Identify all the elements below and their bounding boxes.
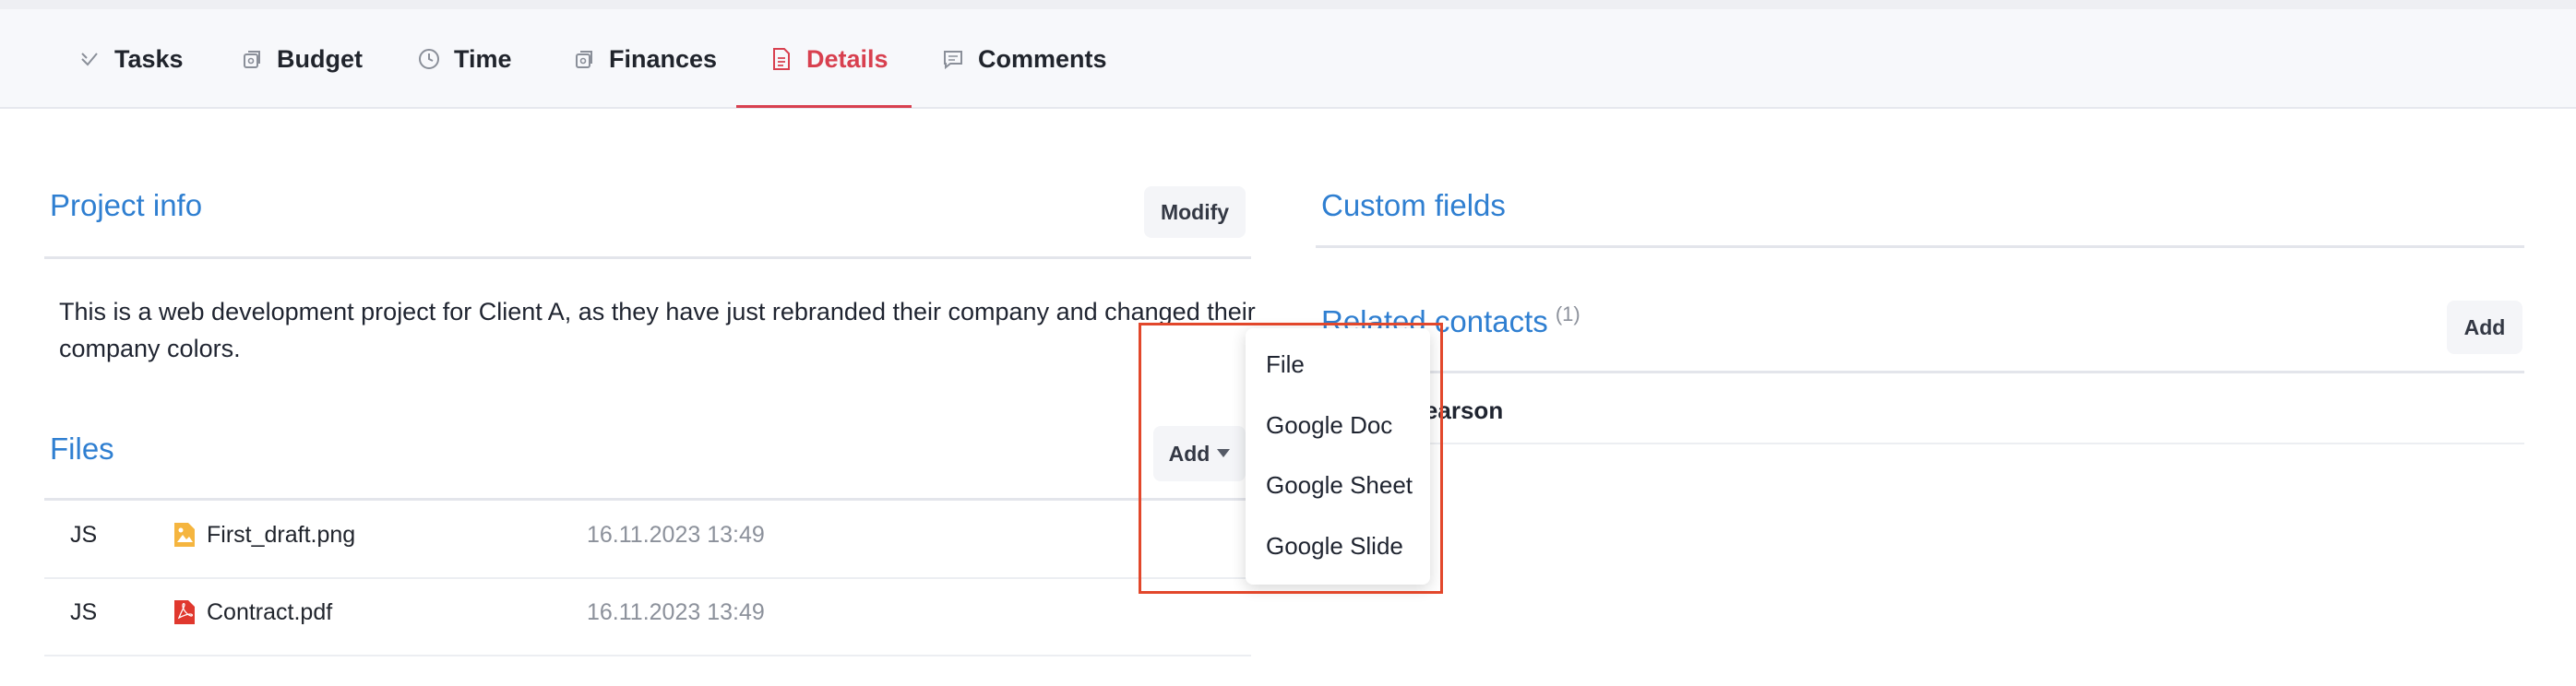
tab-comments[interactable]: Comments	[941, 9, 1107, 109]
finances-icon	[572, 47, 596, 71]
divider	[1316, 443, 2524, 444]
contacts-add-button[interactable]: Add	[2447, 301, 2522, 354]
file-name[interactable]: Contract.pdf	[207, 599, 332, 626]
divider	[44, 655, 1251, 656]
tab-label: Comments	[978, 44, 1107, 73]
caret-down-icon	[1217, 449, 1231, 458]
tab-budget[interactable]: Budget	[240, 9, 363, 109]
image-file-icon	[174, 523, 195, 547]
related-contacts-count: (1)	[1555, 302, 1580, 325]
tab-label: Finances	[609, 44, 718, 73]
menu-item-google-sheet[interactable]: Google Sheet	[1266, 471, 1413, 500]
menu-item-file[interactable]: File	[1266, 350, 1305, 379]
tab-label: Details	[806, 44, 888, 73]
file-date: 16.11.2023 13:49	[587, 599, 765, 625]
comment-icon	[941, 47, 965, 71]
owner-initials: JS	[70, 599, 98, 625]
budget-icon	[240, 47, 264, 71]
divider	[44, 577, 1251, 579]
tab-time[interactable]: Time	[417, 9, 512, 109]
project-info-title: Project info	[50, 188, 203, 222]
menu-item-google-doc[interactable]: Google Doc	[1266, 411, 1392, 440]
tab-details[interactable]: Details	[769, 9, 888, 109]
files-title: Files	[50, 432, 114, 466]
custom-fields-title: Custom fields	[1321, 188, 1506, 222]
divider	[44, 256, 1251, 259]
tab-label: Time	[454, 44, 512, 73]
add-file-dropdown: File Google Doc Google Sheet Google Slid…	[1246, 328, 1430, 585]
project-description: This is a web development project for Cl…	[59, 298, 1256, 362]
check-icon	[78, 47, 101, 71]
file-name[interactable]: First_draft.png	[207, 522, 355, 549]
file-date: 16.11.2023 13:49	[587, 522, 765, 548]
divider	[1316, 245, 2524, 248]
owner-initials: JS	[70, 522, 98, 548]
modify-button[interactable]: Modify	[1144, 186, 1246, 238]
active-tab-indicator	[736, 105, 912, 108]
add-label: Add	[1168, 441, 1210, 466]
tab-tasks[interactable]: Tasks	[78, 9, 184, 109]
tab-label: Budget	[277, 44, 363, 73]
tab-label: Tasks	[114, 44, 184, 73]
pdf-file-icon	[174, 600, 195, 624]
tab-finances[interactable]: Finances	[572, 9, 717, 109]
files-add-button[interactable]: Add	[1153, 426, 1246, 481]
top-strip	[0, 0, 2576, 9]
divider	[44, 498, 1251, 501]
divider	[1316, 371, 2524, 373]
clock-icon	[417, 47, 441, 71]
document-icon	[769, 47, 793, 71]
menu-item-google-slide[interactable]: Google Slide	[1266, 532, 1403, 561]
tab-bar: Tasks Budget Time Finances Details Comme…	[0, 9, 2576, 109]
